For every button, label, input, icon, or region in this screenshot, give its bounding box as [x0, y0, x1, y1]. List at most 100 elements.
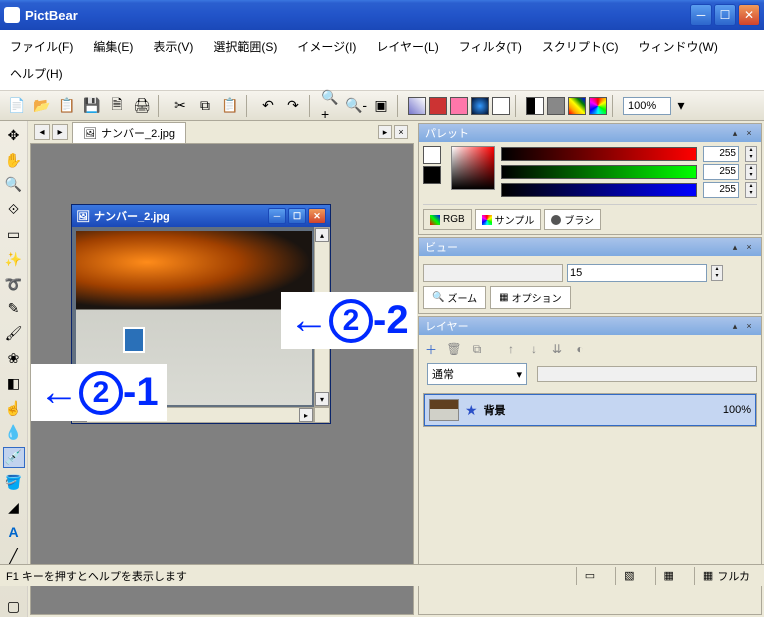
- save-icon[interactable]: 💾: [81, 95, 103, 117]
- tab-next-icon[interactable]: ▸: [52, 124, 68, 140]
- zoom-dropdown-icon[interactable]: ▾: [674, 95, 688, 117]
- layer-merge-icon[interactable]: ⇊: [547, 339, 567, 359]
- blue-spinner[interactable]: ▴▾: [745, 182, 757, 198]
- bucket-tool-icon[interactable]: 🪣: [3, 472, 25, 493]
- panel-collapse-icon[interactable]: ▴: [729, 320, 741, 332]
- red-spinner[interactable]: ▴▾: [745, 146, 757, 162]
- red-slider[interactable]: [501, 147, 697, 161]
- green-spinner[interactable]: ▴▾: [745, 164, 757, 180]
- menu-select[interactable]: 選択範囲(S): [209, 34, 281, 59]
- print-icon[interactable]: 🖨: [131, 95, 153, 117]
- hue-swatch-icon[interactable]: [589, 97, 607, 115]
- layer-opacity-icon[interactable]: ◐: [570, 339, 590, 359]
- eraser-tool-icon[interactable]: ◧: [3, 373, 25, 394]
- green-slider[interactable]: [501, 165, 697, 179]
- child-maximize-button[interactable]: ☐: [288, 208, 306, 224]
- option-tab-button[interactable]: ▦オプション: [490, 286, 570, 309]
- tab-close-icon[interactable]: ×: [394, 125, 408, 139]
- zoom-out-icon[interactable]: 🔍-: [345, 95, 367, 117]
- scroll-right-icon[interactable]: ▸: [299, 408, 313, 422]
- tab-list-icon[interactable]: ▸: [378, 125, 392, 139]
- palette-tab-rgb[interactable]: RGB: [423, 209, 472, 230]
- panel-collapse-icon[interactable]: ▴: [729, 241, 741, 253]
- wand-tool-icon[interactable]: ✨: [3, 249, 25, 270]
- blue-value[interactable]: 255: [703, 182, 739, 198]
- document-tab[interactable]: 🖼 ナンバー_2.jpg: [72, 122, 186, 143]
- zoom-fit-icon[interactable]: ▣: [370, 95, 392, 117]
- gradient-swatch-icon[interactable]: [408, 97, 426, 115]
- eyedropper-tool-icon[interactable]: 💉: [3, 447, 25, 468]
- menu-view[interactable]: 表示(V): [149, 34, 197, 59]
- bw-swatch-icon[interactable]: [526, 97, 544, 115]
- layer-up-icon[interactable]: ↑: [501, 339, 521, 359]
- child-minimize-button[interactable]: ─: [268, 208, 286, 224]
- new-icon[interactable]: 📄: [6, 95, 28, 117]
- gradient-tool-icon[interactable]: ◢: [3, 497, 25, 518]
- layer-row[interactable]: ★ 背景 100%: [424, 394, 756, 426]
- blend-mode-select[interactable]: 通常▾: [427, 363, 527, 385]
- red-value[interactable]: 255: [703, 146, 739, 162]
- zoom-tool-icon[interactable]: 🔍: [3, 175, 25, 196]
- copy-icon[interactable]: ⧉: [194, 95, 216, 117]
- pencil-tool-icon[interactable]: ✎: [3, 299, 25, 320]
- panel-close-icon[interactable]: ×: [743, 127, 755, 139]
- child-close-button[interactable]: ✕: [308, 208, 326, 224]
- white-swatch-icon[interactable]: [492, 97, 510, 115]
- layer-header[interactable]: レイヤー ▴ ×: [419, 317, 761, 335]
- panel-close-icon[interactable]: ×: [743, 320, 755, 332]
- zoom-in-icon[interactable]: 🔍+: [320, 95, 342, 117]
- layer-down-icon[interactable]: ↓: [524, 339, 544, 359]
- minimize-button[interactable]: ─: [690, 4, 712, 26]
- new-layer-icon[interactable]: ＋: [421, 339, 441, 359]
- rainbow-swatch-icon[interactable]: [568, 97, 586, 115]
- move-tool-icon[interactable]: ✥: [3, 125, 25, 146]
- menu-help[interactable]: ヘルプ(H): [6, 61, 67, 86]
- panel-collapse-icon[interactable]: ▴: [729, 127, 741, 139]
- menu-edit[interactable]: 編集(E): [89, 34, 137, 59]
- tab-prev-icon[interactable]: ◂: [34, 124, 50, 140]
- text-tool-icon[interactable]: A: [3, 522, 25, 543]
- menu-window[interactable]: ウィンドウ(W): [635, 34, 722, 59]
- pink-swatch-icon[interactable]: [450, 97, 468, 115]
- menu-filter[interactable]: フィルタ(T): [455, 34, 526, 59]
- menu-image[interactable]: イメージ(I): [293, 34, 360, 59]
- red-swatch-icon[interactable]: [429, 97, 447, 115]
- lasso-tool-icon[interactable]: ➰: [3, 274, 25, 295]
- cut-icon[interactable]: ✂: [169, 95, 191, 117]
- paste-new-icon[interactable]: 📋: [56, 95, 78, 117]
- menu-file[interactable]: ファイル(F): [6, 34, 77, 59]
- view-value-input[interactable]: [567, 264, 707, 282]
- scroll-up-icon[interactable]: ▴: [315, 228, 329, 242]
- palette-tab-brush[interactable]: ブラシ: [544, 209, 601, 230]
- paste-icon[interactable]: 📋: [219, 95, 241, 117]
- canvas-workspace[interactable]: 🖼 ナンバー_2.jpg ─ ☐ ✕ ▴ ▾ ◂ ▸: [30, 143, 414, 615]
- undo-icon[interactable]: ↶: [257, 95, 279, 117]
- view-header[interactable]: ビュー ▴ ×: [419, 238, 761, 256]
- menu-layer[interactable]: レイヤー(L): [372, 34, 442, 59]
- save-copy-icon[interactable]: 🗎: [106, 95, 128, 117]
- brush-tool-icon[interactable]: 🖌: [3, 323, 25, 344]
- opacity-slider[interactable]: [537, 366, 757, 382]
- smudge-tool-icon[interactable]: ☝: [3, 398, 25, 419]
- panel-close-icon[interactable]: ×: [743, 241, 755, 253]
- zoom-tab-button[interactable]: 🔍ズーム: [423, 286, 486, 309]
- view-slider[interactable]: [423, 264, 563, 282]
- close-button[interactable]: ✕: [738, 4, 760, 26]
- blue-slider[interactable]: [501, 183, 697, 197]
- bg-color-swatch[interactable]: [423, 166, 441, 184]
- blur-tool-icon[interactable]: 💧: [3, 423, 25, 444]
- zoom-input[interactable]: [623, 97, 671, 115]
- fg-color-swatch[interactable]: [423, 146, 441, 164]
- clone-tool-icon[interactable]: ❀: [3, 348, 25, 369]
- gray-swatch-icon[interactable]: [547, 97, 565, 115]
- maximize-button[interactable]: ☐: [714, 4, 736, 26]
- hand-tool-icon[interactable]: ✋: [3, 150, 25, 171]
- duplicate-layer-icon[interactable]: ⧉: [467, 339, 487, 359]
- image-window-titlebar[interactable]: 🖼 ナンバー_2.jpg ─ ☐ ✕: [72, 205, 330, 227]
- color-field[interactable]: [451, 146, 495, 190]
- crop-tool-icon[interactable]: ⟐: [3, 199, 25, 220]
- open-icon[interactable]: 📂: [31, 95, 53, 117]
- scroll-down-icon[interactable]: ▾: [315, 392, 329, 406]
- menu-script[interactable]: スクリプト(C): [538, 34, 623, 59]
- redo-icon[interactable]: ↷: [282, 95, 304, 117]
